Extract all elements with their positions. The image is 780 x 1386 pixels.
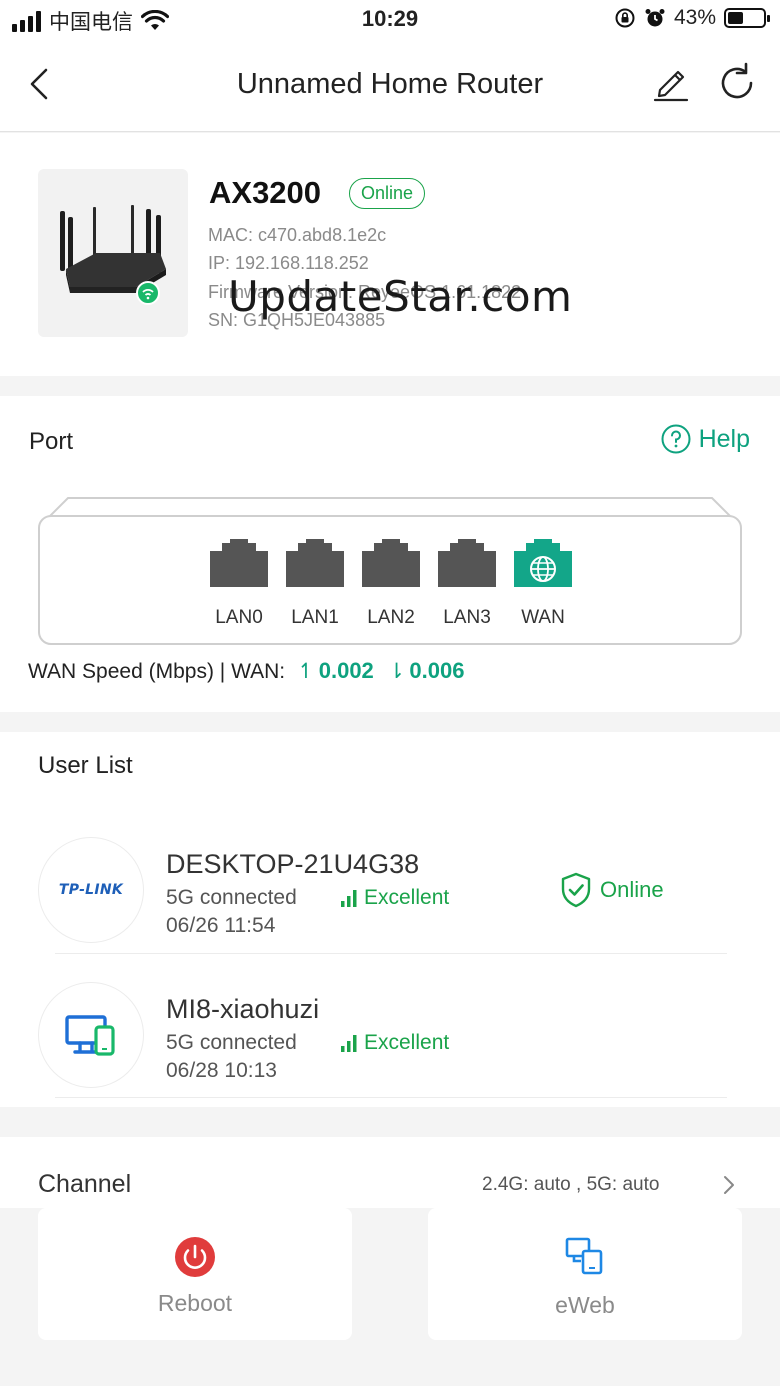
channel-title: Channel [38,1170,132,1198]
port-lan3: LAN3 [438,539,496,629]
user-connection: 5G connected [166,886,297,909]
alarm-icon [645,9,665,27]
ethernet-port-icon [210,539,268,587]
upload-arrow-icon: ↿ [297,660,315,683]
user-signal-quality: Excellent [340,886,449,910]
ethernet-port-icon [286,539,344,587]
reboot-button[interactable]: Reboot [38,1208,352,1340]
ethernet-port-icon [362,539,420,587]
desktop-phone-icon [65,1015,115,1056]
watermark: UpdateStar.com [228,272,573,321]
device-card: AX3200 Online MAC: c470.abd8.1e2c IP: 19… [0,133,780,376]
wan-speed: WAN Speed (Mbps) | WAN: ↿ 0.002 ⇂ 0.006 [28,658,464,684]
port-label: LAN3 [443,607,491,628]
refresh-icon[interactable] [716,62,758,104]
battery-icon [724,8,770,28]
user-online-status: Online [560,872,664,908]
device-model: AX3200 [209,175,322,210]
eweb-button[interactable]: eWeb [428,1208,742,1340]
signal-bars-icon [341,890,357,907]
pencil-icon[interactable] [650,62,692,104]
port-label: LAN0 [215,607,263,628]
chevron-right-icon [724,1176,734,1194]
port-wan: WAN [514,539,572,629]
signal-bars-icon [341,1035,357,1052]
user-time: 06/28 10:13 [166,1059,277,1082]
user-name: DESKTOP-21U4G38 [166,849,420,879]
status-right: 43% [614,6,770,30]
port-lan2: LAN2 [362,539,420,629]
battery-percent: 43% [673,6,716,29]
download-arrow-icon: ⇂ [387,660,406,683]
shield-check-icon [561,872,591,908]
row-divider [55,953,727,954]
reboot-label: Reboot [157,1290,233,1316]
wan-upload: 0.002 [318,658,374,683]
channel-value: 2.4G: auto , 5G: auto [482,1174,660,1195]
wan-speed-label: WAN Speed (Mbps) | WAN: [28,660,286,683]
battery-fill [728,12,743,24]
brand-logo-text: TP-LINK [58,882,124,898]
router-image [38,169,188,337]
tp-link-logo: TP-LINK [38,837,144,943]
user-list-title: User List [38,752,133,779]
devices-avatar [38,982,144,1088]
user-item-mi8[interactable]: MI8-xiaohuzi 5G connected Excellent 06/2… [0,982,780,1122]
user-signal-quality: Excellent [340,1031,449,1055]
user-item-desktop[interactable]: TP-LINK DESKTOP-21U4G38 5G connected Exc… [0,837,780,977]
row-divider [55,1097,727,1098]
user-list-card: User List TP-LINK DESKTOP-21U4G38 5G con… [0,732,780,1107]
user-name: MI8-xiaohuzi [166,994,320,1024]
status-bar: 中国电信 10:29 43% [0,0,780,40]
device-mac: MAC: c470.abd8.1e2c [208,225,387,245]
power-icon [175,1237,215,1277]
help-label: Help [698,424,750,453]
globe-port-icon [514,539,572,587]
port-lan0: LAN0 [210,539,268,629]
router-icon [60,205,166,305]
port-label: WAN [521,607,565,628]
port-list: LAN0 LAN1 LAN2 LAN3 WAN [210,539,572,629]
nav-header: Unnamed Home Router [0,40,780,132]
online-label: Online [600,877,664,902]
ethernet-port-icon [438,539,496,587]
port-card: Port Help LAN0 LAN1 LAN2 LAN3 WAN WAN Speed … [0,396,780,712]
signal-quality-label: Excellent [364,1031,450,1054]
help-link[interactable]: Help [661,424,750,454]
port-label: LAN2 [367,607,415,628]
device-ip: IP: 192.168.118.252 [208,253,369,273]
bottom-actions: Reboot eWeb [0,1208,780,1386]
user-time: 06/26 11:54 [166,914,276,937]
user-connection: 5G connected [166,1031,297,1054]
port-title: Port [29,428,74,455]
rotation-lock-icon [615,8,635,28]
wan-download: 0.006 [409,658,465,683]
help-icon [661,424,691,454]
port-label: LAN1 [291,607,339,628]
eweb-label: eWeb [555,1292,615,1318]
signal-quality-label: Excellent [364,886,450,909]
port-lan1: LAN1 [286,539,344,629]
status-badge: Online [349,178,426,209]
eweb-icon [565,1237,603,1275]
